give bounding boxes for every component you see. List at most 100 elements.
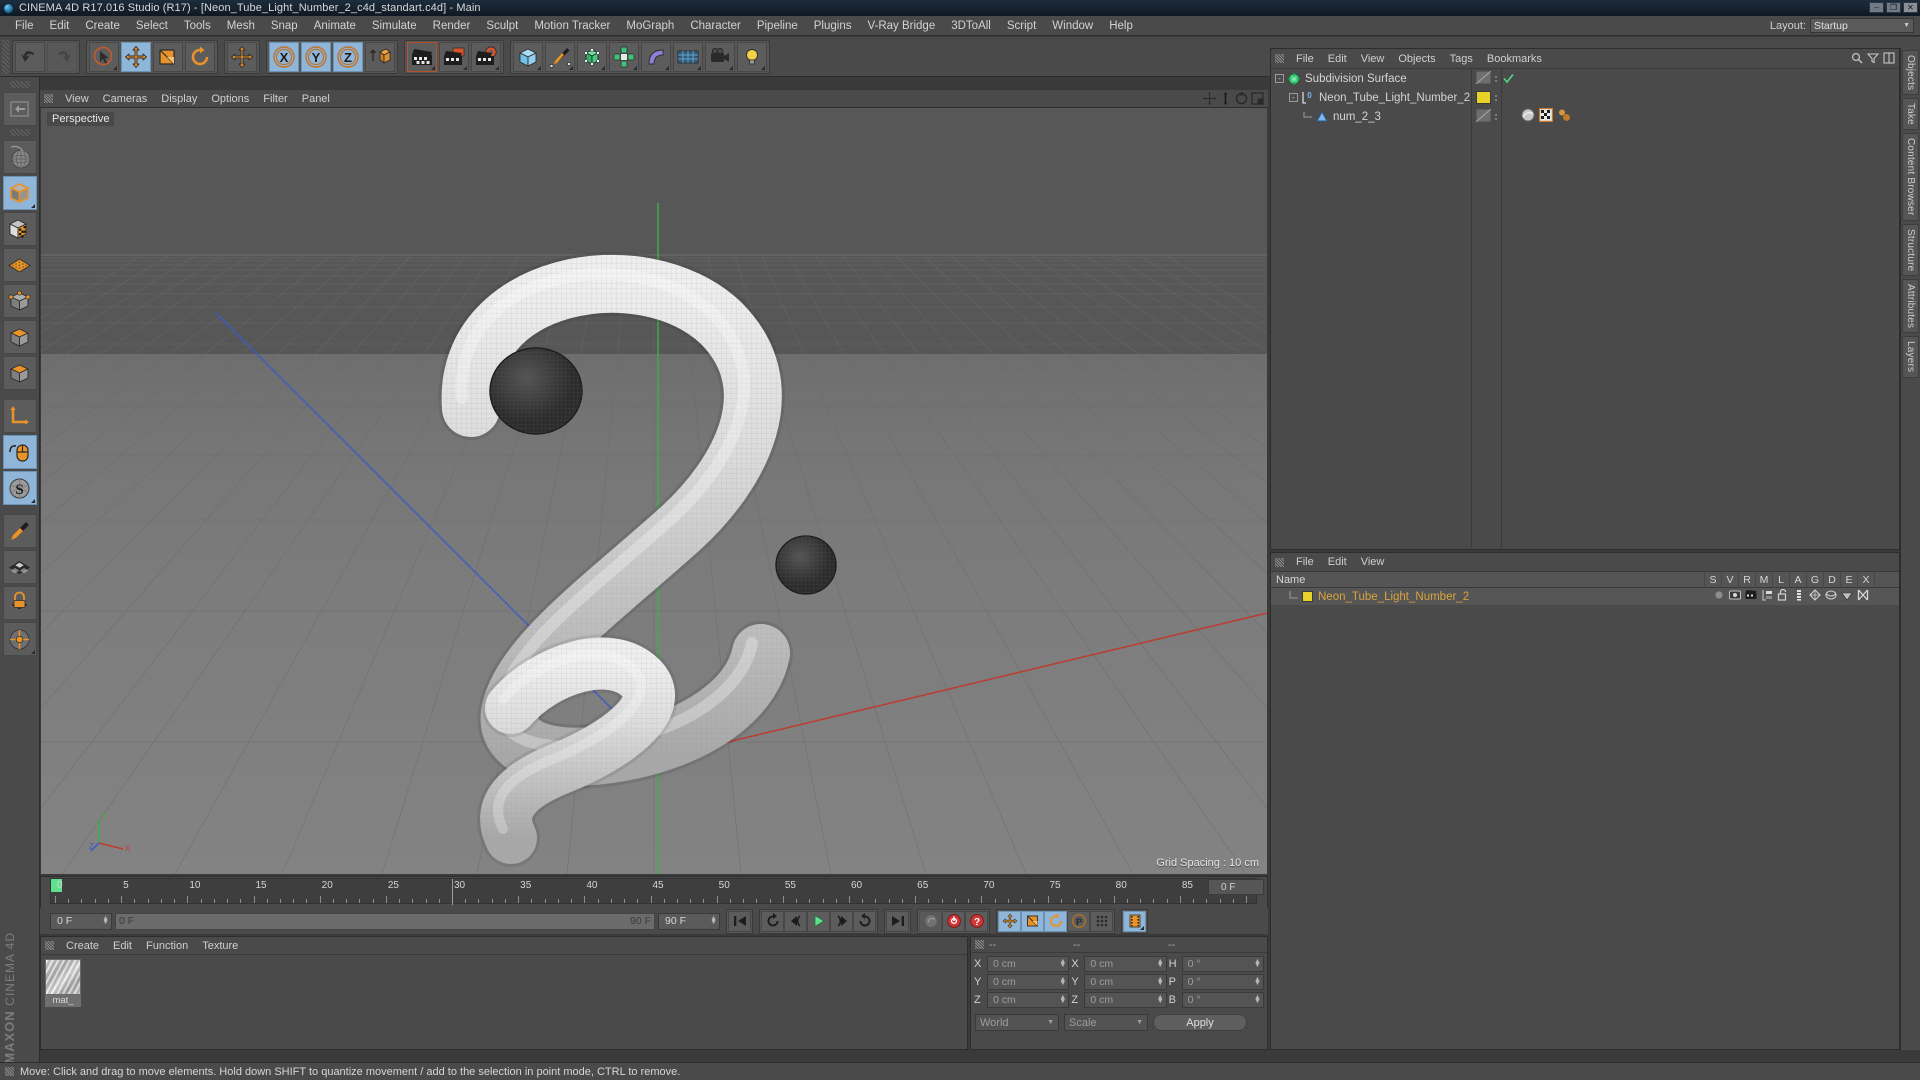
material-menu-texture[interactable]: Texture [195, 939, 245, 953]
layer-column-e[interactable]: E [1840, 572, 1857, 588]
material-menu-function[interactable]: Function [139, 939, 195, 953]
animation-bars-icon[interactable] [1793, 589, 1805, 604]
object-enabled-cell[interactable] [1501, 73, 1515, 84]
layer-manager-menu-file[interactable]: File [1289, 555, 1321, 569]
status-bar-grip-icon[interactable] [5, 1067, 14, 1076]
spinner-icon[interactable]: ▲▼ [1059, 960, 1066, 968]
rotation-key-button[interactable] [1044, 911, 1067, 932]
solo-dot-icon[interactable] [1713, 589, 1725, 604]
perspective-viewport[interactable]: Perspective Grid Spacing : 10 cm Y X Z [41, 108, 1267, 874]
filter-objects-icon[interactable] [1867, 52, 1879, 67]
object-name[interactable]: num_2_3 [1333, 111, 1381, 123]
workplane-mode-button[interactable] [3, 248, 37, 282]
timeline-frame-field[interactable]: 0 F [1208, 879, 1264, 895]
record-active-objects-button[interactable] [919, 911, 942, 932]
add-light-button[interactable] [737, 42, 767, 72]
coord-input-position-y[interactable]: 0 cm▲▼ [987, 974, 1069, 990]
close-button[interactable]: ✕ [1903, 2, 1918, 13]
points-mode-button[interactable] [3, 284, 37, 318]
material-menu-edit[interactable]: Edit [106, 939, 139, 953]
menu-item-script[interactable]: Script [999, 18, 1044, 34]
preview-range-slider[interactable]: 0 F 90 F [115, 913, 655, 930]
timeline-playhead[interactable] [452, 879, 453, 905]
material-item[interactable]: mat_ [45, 959, 81, 1007]
go-to-end-button[interactable] [886, 911, 909, 932]
layer-column-x[interactable]: X [1857, 572, 1874, 588]
dock-tab-content-browser[interactable]: Content Browser [1902, 133, 1919, 220]
menu-item-window[interactable]: Window [1044, 18, 1101, 34]
point-level-animation-button[interactable] [1090, 911, 1113, 932]
add-scene-environment-button[interactable] [673, 42, 703, 72]
timeline-button[interactable] [1123, 911, 1146, 932]
add-generator-button[interactable] [577, 42, 607, 72]
rotate-tool-button[interactable] [185, 42, 215, 72]
spinner-icon[interactable]: ▲▼ [1157, 960, 1164, 968]
edges-mode-button[interactable] [3, 320, 37, 354]
viewport-menu-options[interactable]: Options [204, 92, 256, 106]
subdivision-surface-icon[interactable] [1287, 72, 1301, 86]
object-color-swatch[interactable] [1476, 91, 1491, 104]
dock-tab-objects[interactable]: Objects [1902, 50, 1919, 95]
layer-column-d[interactable]: D [1823, 572, 1840, 588]
object-row[interactable]: -Subdivision Surface [1271, 69, 1899, 88]
null-layer-zero-icon[interactable]: 0 [1301, 91, 1315, 105]
maximize-viewport-icon[interactable] [1251, 92, 1264, 108]
planar-workplane-button[interactable] [3, 622, 37, 656]
left-toolbar-grip2-icon[interactable] [10, 129, 30, 136]
apply-button[interactable]: Apply [1153, 1014, 1247, 1031]
material-manager-body[interactable]: mat_ [41, 955, 967, 1049]
object-manager-grip-icon[interactable] [1275, 54, 1284, 63]
polygons-mode-button[interactable] [3, 356, 37, 390]
coord-input-rotation-p[interactable]: 0 °▲▼ [1182, 974, 1264, 990]
expander-toggle-icon[interactable]: - [1275, 74, 1284, 83]
spinner-icon-2[interactable]: ▲▼ [710, 917, 717, 925]
world-object-coordinates-button[interactable] [365, 42, 395, 72]
layer-row[interactable]: Neon_Tube_Light_Number_2 [1271, 588, 1899, 605]
visibility-dots-icon[interactable] [1495, 114, 1497, 120]
render-view-button[interactable] [407, 42, 437, 72]
visibility-dot-toggle-icon[interactable] [1476, 71, 1491, 87]
scale-tool-button[interactable] [153, 42, 183, 72]
step-back-button[interactable] [784, 911, 807, 932]
texture-checker-tag-icon[interactable] [1539, 108, 1553, 125]
layer-color-swatch[interactable] [1302, 591, 1313, 602]
material-tag-icon[interactable] [1521, 108, 1535, 125]
layer-column-r[interactable]: R [1738, 572, 1755, 588]
generators-icon[interactable] [1809, 589, 1821, 604]
object-row[interactable]: num_2_3 [1271, 107, 1899, 126]
menu-item-file[interactable]: File [7, 18, 42, 34]
menu-item-tools[interactable]: Tools [176, 18, 219, 34]
viewport-menu-view[interactable]: View [58, 92, 96, 106]
add-cube-object-button[interactable] [513, 42, 543, 72]
texture-mode-button[interactable] [3, 212, 37, 246]
lock-open-icon[interactable] [1777, 589, 1789, 604]
scale-key-button[interactable] [1021, 911, 1044, 932]
spinner-icon[interactable]: ▲▼ [1254, 978, 1261, 986]
menu-item-v-ray-bridge[interactable]: V-Ray Bridge [859, 18, 943, 34]
lock-workplane-button[interactable] [3, 586, 37, 620]
object-manager-menu-objects[interactable]: Objects [1391, 52, 1442, 66]
dock-tab-attributes[interactable]: Attributes [1902, 279, 1919, 333]
menu-item-character[interactable]: Character [682, 18, 749, 34]
step-forward-button[interactable] [830, 911, 853, 932]
y-axis-lock-button[interactable]: Y [301, 42, 331, 72]
viewport-grip-icon[interactable] [44, 94, 53, 103]
menu-item-mesh[interactable]: Mesh [219, 18, 263, 34]
object-manager-menu-tags[interactable]: Tags [1443, 52, 1480, 66]
layer-manager-menu-view[interactable]: View [1354, 555, 1392, 569]
layer-column-l[interactable]: L [1772, 572, 1789, 588]
spinner-icon[interactable]: ▲▼ [102, 917, 109, 925]
undo-view-button[interactable] [3, 92, 37, 126]
view-eye-icon[interactable] [1729, 589, 1741, 604]
spinner-icon[interactable]: ▲▼ [1157, 978, 1164, 986]
coord-input-position-x[interactable]: 0 cm▲▼ [987, 956, 1069, 972]
layout-dropdown[interactable]: Startup ▼ [1810, 18, 1914, 33]
spinner-icon[interactable]: ▲▼ [1059, 996, 1066, 1004]
dock-tab-layers[interactable]: Layers [1902, 336, 1919, 377]
coordinate-manager-grip-icon[interactable] [975, 940, 984, 949]
menu-item-3dtoall[interactable]: 3DToAll [943, 18, 999, 34]
spinner-icon[interactable]: ▲▼ [1059, 978, 1066, 986]
layer-column-g[interactable]: G [1806, 572, 1823, 588]
expressions-icon[interactable] [1841, 589, 1853, 604]
visibility-dot-toggle-icon[interactable] [1476, 109, 1491, 125]
